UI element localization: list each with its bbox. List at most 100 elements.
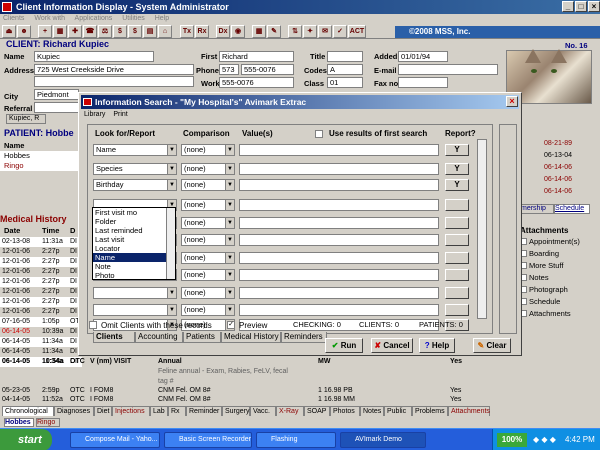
comparison-select[interactable]: (none) ▼ [181,217,235,229]
address-field[interactable]: 725 West Creekside Drive [34,64,194,75]
patient-row[interactable]: Ringo [0,161,80,171]
history-tab[interactable]: Vacc. [250,406,276,416]
dropdown-arrow-icon[interactable]: ▼ [225,235,234,245]
report-toggle[interactable] [445,304,469,316]
dropdown-arrow-icon[interactable]: ▼ [225,253,234,263]
attachment-item[interactable]: Notes [520,273,600,285]
microscope-icon[interactable]: ◉ [231,25,245,38]
added-field[interactable]: 01/01/94 [398,51,448,62]
dialog-side-scrollbar[interactable] [499,124,517,334]
hospital-icon[interactable]: ✚ [68,25,82,38]
sort-icon[interactable]: ⇅ [288,25,302,38]
check-icon[interactable]: ✓ [333,25,347,38]
act-button[interactable]: ACT [348,25,366,38]
value-input[interactable] [239,217,439,229]
look-for-select[interactable]: ▼ [93,287,177,299]
history-tab[interactable]: Photos [330,406,360,416]
attachment-item[interactable]: Photograph [520,285,600,297]
first-field[interactable]: Richard [219,51,294,62]
history-tab[interactable]: Public [384,406,412,416]
look-for-select[interactable]: ▼ [93,304,177,316]
tab-schedule[interactable]: Schedule [554,204,590,214]
dollar-icon[interactable]: $ [113,25,127,38]
value-input[interactable] [239,269,439,281]
dropdown-arrow-icon[interactable]: ▼ [225,164,234,174]
history-row[interactable]: 12-01-06 2:27p DI [0,267,82,277]
dropdown-arrow-icon[interactable]: ▼ [225,305,234,315]
dialog-close-button[interactable]: × [506,96,518,107]
fax-field[interactable] [398,77,448,88]
task-compose-mail[interactable]: Compose Mail - Yaho... [70,432,160,448]
patient-tab-hobbes[interactable]: Hobbes [4,418,34,427]
work-field[interactable]: 555-0076 [219,77,294,88]
rows-scrollbar[interactable] [477,139,487,319]
history-row[interactable]: 12-01-06 2:27p DI [0,277,82,287]
report-toggle[interactable] [445,199,469,211]
use-results-checkbox[interactable] [315,130,323,138]
attachment-item[interactable]: Appointment(s) [520,237,600,249]
grid-icon[interactable]: ▦ [53,25,67,38]
history-detail-row[interactable]: Feline annual - Exam, Rabies, FeLV, feca… [0,367,500,377]
report-toggle[interactable]: Y [445,144,469,156]
history-row[interactable]: 06-14-05 11:34a DI [0,347,82,357]
dropdown-arrow-icon[interactable]: ▼ [225,270,234,280]
tag-icon[interactable]: ⌂ [158,25,172,38]
history-tab[interactable]: Rx [168,406,186,416]
history-row[interactable]: 12-01-06 2:27p DI [0,297,82,307]
comparison-select[interactable]: (none) ▼ [181,287,235,299]
dropdown-option[interactable]: Name [93,253,175,262]
report-toggle[interactable] [445,234,469,246]
look-for-select[interactable]: Birthday ▼ [93,179,177,191]
mail-icon[interactable]: ✉ [318,25,332,38]
look-for-select[interactable]: Name ▼ [93,144,177,156]
history-tab[interactable]: Surgery [222,406,250,416]
dx-button[interactable]: Dx [216,25,230,38]
tab-membership[interactable]: mership [520,204,554,214]
zoom-level[interactable]: 100% [497,433,527,447]
history-tab[interactable]: Lab [150,406,168,416]
menu-applications[interactable]: Applications [75,15,113,22]
help-button[interactable]: ? Help [419,338,455,353]
dropdown-option[interactable]: First visit mo [93,208,175,217]
history-row[interactable]: 12-01-06 2:27p DI [0,287,82,297]
comparison-select[interactable]: (none) ▼ [181,179,235,191]
money-icon[interactable]: $ [128,25,142,38]
patient-row[interactable]: Hobbes [0,151,80,161]
dropdown-arrow-icon[interactable]: ▼ [167,288,176,298]
dropdown-arrow-icon[interactable]: ▼ [167,305,176,315]
dropdown-option[interactable]: Last reminded [93,226,175,235]
dropdown-arrow-icon[interactable]: ▼ [225,288,234,298]
cancel-button[interactable]: ✘ Cancel [371,338,413,353]
tab-reminders[interactable]: Reminders [281,332,327,343]
minimize-button[interactable]: _ [562,1,574,12]
dropdown-option[interactable]: Last visit [93,235,175,244]
clipboard-icon[interactable]: ▤ [143,25,157,38]
class-field[interactable]: 01 [327,77,363,88]
comparison-select[interactable]: (none) ▼ [181,144,235,156]
referral-field[interactable] [34,102,79,113]
dropdown-option[interactable]: Locator [93,244,175,253]
history-tab[interactable]: SOAP [304,406,330,416]
dropdown-arrow-icon[interactable]: ▼ [225,218,234,228]
rx-button[interactable]: Rx [195,25,209,38]
report-toggle[interactable]: Y [445,163,469,175]
address-line2-field[interactable] [34,76,194,87]
history-row[interactable]: 06-14-05 11:34a DI [0,337,82,347]
attachment-item[interactable]: Attachments [520,309,600,321]
history-tab[interactable]: Problems [412,406,448,416]
dropdown-arrow-icon[interactable]: ▼ [167,180,176,190]
exit-icon[interactable]: ⏏ [2,25,16,38]
codes-field[interactable]: A [327,64,363,75]
add-icon[interactable]: + [38,25,52,38]
history-row[interactable]: 06-14-05 10:39a DI [0,327,82,337]
comparison-select[interactable]: (none) ▼ [181,163,235,175]
history-row[interactable]: 12-01-06 2:27p DI [0,307,82,317]
email-field[interactable] [398,64,498,75]
client-tab[interactable]: Kupiec, R [6,114,46,124]
report-toggle[interactable] [445,252,469,264]
maximize-button[interactable]: □ [575,1,587,12]
patient-tab-ringo[interactable]: Ringo [36,418,60,427]
preview-checkbox[interactable]: ✓ [227,321,235,329]
history-row[interactable]: 12-01-06 2:27p DI [0,247,82,257]
title-field[interactable] [327,51,363,62]
